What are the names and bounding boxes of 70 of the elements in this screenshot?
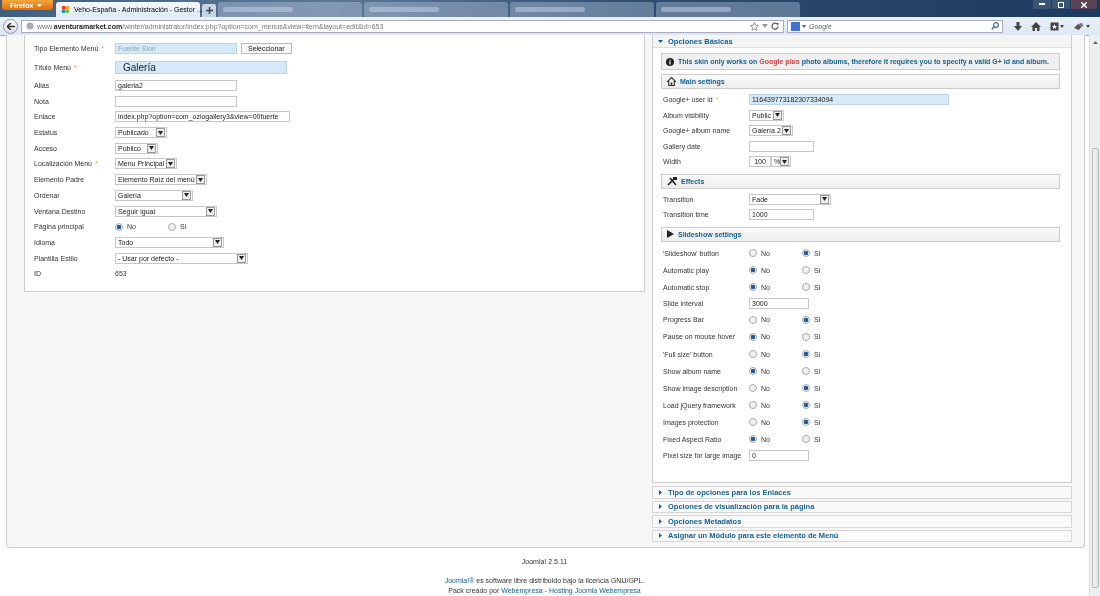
bookmarks-icon[interactable] [1050,21,1064,31]
search-engine-icon[interactable] [791,21,806,31]
radio-button[interactable] [749,384,757,393]
add-on-icon[interactable] [1073,21,1090,31]
radio-button[interactable] [749,249,757,258]
scroll-up-icon[interactable] [1092,41,1098,44]
radio-button[interactable] [802,266,810,275]
caret-right-icon [658,489,663,495]
new-tab-button[interactable] [202,4,216,17]
caret-down-icon [658,38,663,44]
radio-button[interactable] [749,332,757,341]
radio-button[interactable] [802,315,810,324]
play-icon [667,230,674,238]
radio-button[interactable] [749,418,757,427]
text-field[interactable]: Galería [115,60,287,74]
radio-button[interactable] [749,350,757,358]
radio-button[interactable] [802,435,810,444]
globe-icon [26,22,34,30]
text-field[interactable] [115,95,237,107]
dropdown-arrow-icon [773,110,782,120]
radio-button[interactable] [749,435,757,444]
dropdown-arrow-icon[interactable] [762,24,768,28]
dropdown-arrow-icon [237,253,246,263]
radio-button[interactable] [115,222,123,231]
dropdown-arrow-icon [782,126,791,136]
dropdown-arrow-icon [780,157,790,167]
scrollbar-thumb[interactable] [1091,148,1099,588]
search-icon[interactable] [991,22,999,30]
dropdown-arrow-icon [147,143,156,153]
plus-icon [205,7,213,14]
radio-button[interactable] [802,332,810,341]
radio-button[interactable] [749,401,757,410]
caret-right-icon [658,518,663,524]
caret-right-icon [658,504,663,510]
reload-icon[interactable] [771,22,779,30]
dropdown-arrow-icon [213,237,222,247]
dropdown-arrow-icon [166,159,175,169]
dropdown-arrow-icon [196,175,205,185]
radio-button[interactable] [802,249,810,258]
radio-button[interactable] [168,222,176,231]
dropdown-arrow-icon [820,194,829,204]
radio-button[interactable] [802,384,810,393]
radio-button[interactable] [749,283,757,292]
text-field[interactable] [749,140,814,152]
caret-right-icon [658,533,663,539]
dropdown-arrow-icon [156,128,165,138]
restore-icon[interactable] [1052,0,1070,9]
dropdown-arrow-icon [206,206,215,216]
minimize-icon[interactable] [1033,0,1051,9]
radio-button[interactable] [749,266,757,275]
download-icon[interactable] [1014,21,1022,31]
back-arrow-icon [6,22,15,30]
radio-button[interactable] [802,367,810,376]
radio-button[interactable] [802,283,810,292]
back-button[interactable] [3,18,18,34]
radio-button[interactable] [802,350,810,358]
radio-button[interactable] [802,418,810,427]
home-icon[interactable] [1031,21,1041,31]
info-icon [666,57,674,66]
close-icon[interactable] [1071,0,1097,9]
radio-button[interactable] [802,401,810,410]
house-icon [667,77,676,86]
scrollbar[interactable] [1089,35,1100,596]
site-logo-icon [61,5,70,14]
radio-button[interactable] [749,315,757,324]
caret-icon [37,3,43,7]
dropdown-arrow-icon [182,190,191,200]
star-icon[interactable] [750,21,759,31]
tools-icon [667,176,677,186]
radio-button[interactable] [749,367,757,376]
